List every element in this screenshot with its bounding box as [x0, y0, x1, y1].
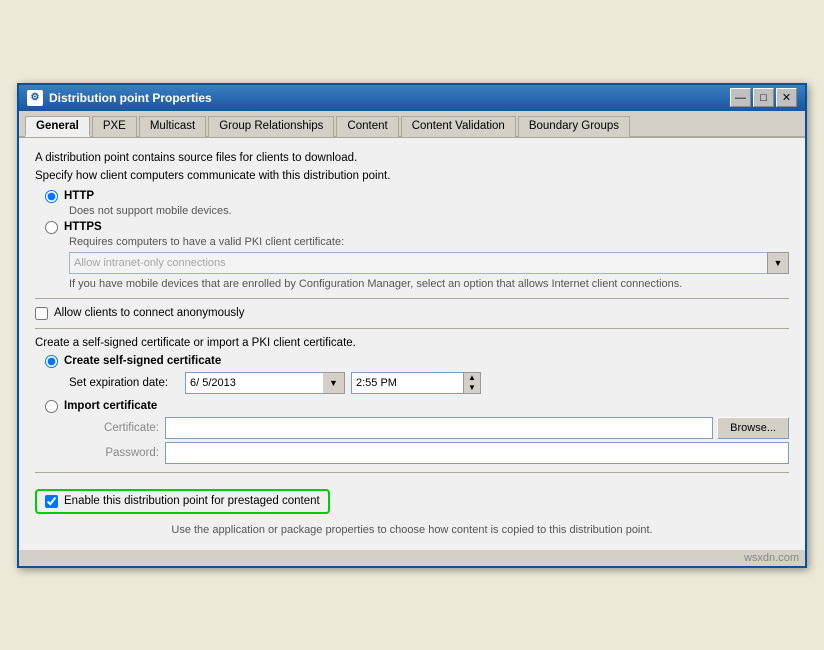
divider-1 — [35, 298, 789, 299]
anon-checkbox[interactable] — [35, 307, 48, 320]
date-dropdown-button[interactable]: ▼ — [323, 372, 345, 394]
time-up-button[interactable]: ▲ — [464, 373, 480, 383]
connection-dropdown-wrapper: Allow intranet-only connections ▼ — [69, 252, 789, 274]
prestaged-checkbox-row: Enable this distribution point for prest… — [45, 495, 320, 508]
prestaged-highlight-box: Enable this distribution point for prest… — [35, 489, 330, 514]
connection-dropdown[interactable]: Allow intranet-only connections — [69, 252, 789, 274]
tab-pxe[interactable]: PXE — [92, 116, 137, 137]
title-bar-buttons: — □ ✕ — [730, 88, 797, 107]
cert-radio-group: Create self-signed certificate Set expir… — [45, 355, 789, 464]
http-radio-item: HTTP — [45, 190, 789, 203]
expiry-date-row: Set expiration date: ▼ ▲ ▼ — [69, 372, 789, 394]
password-field-row: Password: — [69, 442, 789, 464]
divider-3 — [35, 472, 789, 473]
mobile-note: If you have mobile devices that are enro… — [69, 278, 789, 290]
anon-label: Allow clients to connect anonymously — [54, 307, 245, 319]
window-icon: ⚙ — [27, 90, 43, 106]
tab-bar: General PXE Multicast Group Relationship… — [19, 111, 805, 138]
create-cert-radio[interactable] — [45, 355, 58, 368]
time-down-button[interactable]: ▼ — [464, 383, 480, 393]
time-input[interactable] — [351, 372, 481, 394]
time-input-wrapper: ▲ ▼ — [351, 372, 481, 394]
certificate-input[interactable] — [165, 417, 713, 439]
date-input[interactable] — [185, 372, 345, 394]
https-label: HTTPS — [64, 221, 102, 233]
import-cert-label: Import certificate — [64, 400, 157, 412]
http-note: Does not support mobile devices. — [69, 205, 789, 217]
browse-button[interactable]: Browse... — [717, 417, 789, 439]
tab-group-relationships[interactable]: Group Relationships — [208, 116, 334, 137]
tab-content-validation[interactable]: Content Validation — [401, 116, 516, 137]
window-title: Distribution point Properties — [49, 91, 730, 105]
certificate-field-row: Certificate: Browse... — [69, 417, 789, 439]
password-input[interactable] — [165, 442, 789, 464]
bottom-text: Use the application or package propertie… — [35, 524, 789, 536]
https-radio-item: HTTPS — [45, 221, 789, 234]
password-label: Password: — [69, 447, 159, 459]
description-1: A distribution point contains source fil… — [35, 152, 789, 164]
prestaged-checkbox[interactable] — [45, 495, 58, 508]
create-cert-label: Create self-signed certificate — [64, 355, 221, 367]
title-bar: ⚙ Distribution point Properties — □ ✕ — [19, 85, 805, 111]
prestaged-label: Enable this distribution point for prest… — [64, 495, 320, 507]
tab-content[interactable]: Content — [336, 116, 398, 137]
http-label: HTTP — [64, 190, 94, 202]
tab-multicast[interactable]: Multicast — [139, 116, 206, 137]
connection-dropdown-row: Allow intranet-only connections ▼ — [69, 252, 789, 274]
anon-checkbox-row: Allow clients to connect anonymously — [35, 307, 789, 320]
divider-2 — [35, 328, 789, 329]
cert-section-label: Create a self-signed certificate or impo… — [35, 337, 789, 349]
protocol-radio-group: HTTP Does not support mobile devices. HT… — [45, 190, 789, 290]
create-cert-radio-item: Create self-signed certificate — [45, 355, 789, 368]
minimize-button[interactable]: — — [730, 88, 751, 107]
tab-boundary-groups[interactable]: Boundary Groups — [518, 116, 630, 137]
description-2: Specify how client computers communicate… — [35, 170, 789, 182]
time-spin: ▲ ▼ — [463, 372, 481, 394]
watermark: wsxdn.com — [19, 550, 805, 566]
import-cert-radio[interactable] — [45, 400, 58, 413]
expiry-label: Set expiration date: — [69, 377, 179, 389]
main-content: A distribution point contains source fil… — [19, 138, 805, 550]
close-button[interactable]: ✕ — [776, 88, 797, 107]
tab-general[interactable]: General — [25, 116, 90, 137]
http-radio[interactable] — [45, 190, 58, 203]
import-cert-radio-item: Import certificate — [45, 400, 789, 413]
https-radio[interactable] — [45, 221, 58, 234]
https-note: Requires computers to have a valid PKI c… — [69, 236, 789, 248]
date-input-wrapper: ▼ — [185, 372, 345, 394]
maximize-button[interactable]: □ — [753, 88, 774, 107]
certificate-label: Certificate: — [69, 422, 159, 434]
